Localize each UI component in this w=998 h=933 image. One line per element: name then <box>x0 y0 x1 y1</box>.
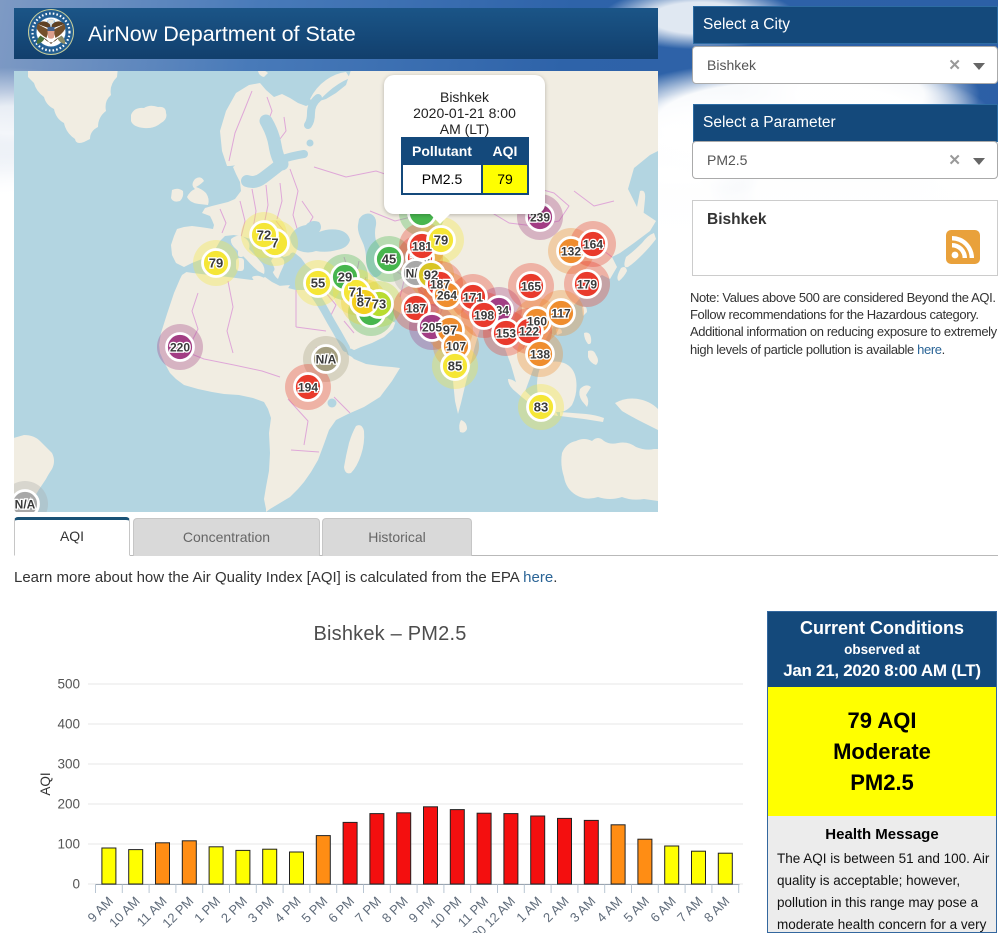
svg-text:73: 73 <box>372 297 386 312</box>
svg-text:7 PM: 7 PM <box>352 894 384 926</box>
svg-text:1 PM: 1 PM <box>191 894 223 926</box>
svg-text:N/A: N/A <box>316 353 337 367</box>
svg-text:5 AM: 5 AM <box>620 894 652 926</box>
svg-text:132: 132 <box>561 245 581 259</box>
svg-text:165: 165 <box>521 280 541 294</box>
svg-text:8 PM: 8 PM <box>379 894 411 926</box>
svg-text:55: 55 <box>311 276 325 291</box>
svg-text:100: 100 <box>57 837 80 852</box>
svg-text:220: 220 <box>170 341 190 355</box>
svg-text:10 AM: 10 AM <box>106 894 143 931</box>
svg-text:3 AM: 3 AM <box>567 894 599 926</box>
svg-text:138: 138 <box>530 348 550 362</box>
svg-text:179: 179 <box>577 278 597 292</box>
svg-text:205: 205 <box>422 321 442 335</box>
svg-text:85: 85 <box>448 359 462 374</box>
svg-text:N/A: N/A <box>15 498 36 512</box>
svg-text:500: 500 <box>57 677 80 692</box>
svg-text:45: 45 <box>382 252 396 267</box>
svg-text:6 AM: 6 AM <box>647 894 679 926</box>
svg-text:29: 29 <box>338 270 352 285</box>
svg-text:194: 194 <box>298 381 318 395</box>
svg-text:AQI: AQI <box>38 772 53 795</box>
svg-text:200: 200 <box>57 797 80 812</box>
svg-text:7 AM: 7 AM <box>674 894 706 926</box>
svg-text:97: 97 <box>443 323 457 338</box>
svg-text:2 PM: 2 PM <box>218 894 250 926</box>
svg-text:4 PM: 4 PM <box>272 894 304 926</box>
svg-text:264: 264 <box>437 289 457 303</box>
svg-text:6 PM: 6 PM <box>325 894 357 926</box>
svg-text:83: 83 <box>534 400 548 415</box>
svg-text:107: 107 <box>446 340 466 354</box>
svg-text:3 PM: 3 PM <box>245 894 277 926</box>
svg-text:164: 164 <box>583 238 603 252</box>
svg-text:72: 72 <box>257 228 271 243</box>
svg-text:171: 171 <box>463 291 483 305</box>
svg-text:122: 122 <box>519 325 539 339</box>
svg-text:2 AM: 2 AM <box>540 894 572 926</box>
svg-text:5 PM: 5 PM <box>298 894 330 926</box>
svg-text:4 AM: 4 AM <box>594 894 626 926</box>
svg-text:400: 400 <box>57 717 80 732</box>
svg-text:79: 79 <box>209 256 223 271</box>
svg-text:79: 79 <box>434 233 448 248</box>
svg-text:117: 117 <box>551 307 571 321</box>
svg-text:300: 300 <box>57 757 80 772</box>
svg-text:10 PM: 10 PM <box>427 894 464 931</box>
svg-text:0: 0 <box>72 877 80 892</box>
svg-text:198: 198 <box>474 309 494 323</box>
svg-text:181: 181 <box>412 240 432 254</box>
svg-text:187: 187 <box>406 302 426 316</box>
svg-text:12 PM: 12 PM <box>159 894 196 931</box>
svg-text:87: 87 <box>357 295 371 310</box>
svg-text:1 AM: 1 AM <box>513 894 545 926</box>
svg-text:153: 153 <box>496 327 516 341</box>
svg-text:7: 7 <box>271 236 278 251</box>
svg-text:8 AM: 8 AM <box>701 894 733 926</box>
